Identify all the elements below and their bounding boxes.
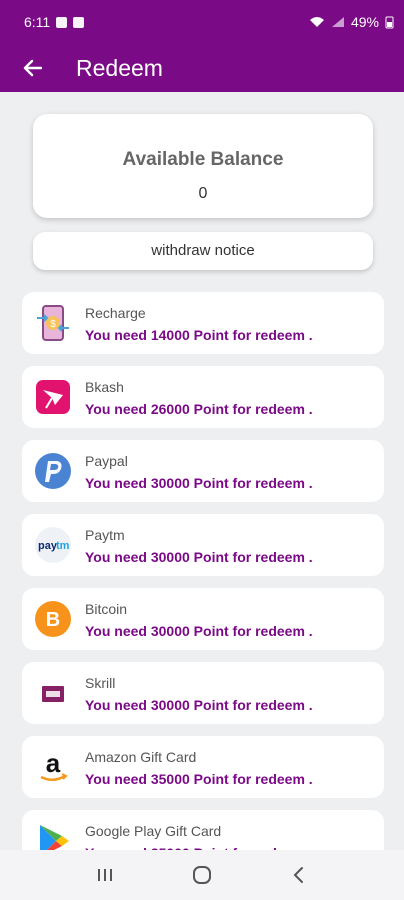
home-button[interactable]	[182, 855, 222, 895]
redeem-item-paypal[interactable]: Paypal You need 30000 Point for redeem .	[22, 440, 384, 502]
gallery-icon	[73, 16, 85, 28]
page-title: Redeem	[76, 54, 163, 81]
svg-text:$: $	[50, 319, 56, 330]
back-button[interactable]	[0, 44, 64, 92]
notification-icon	[56, 16, 68, 28]
redeem-item-requirement: You need 30000 Point for redeem .	[85, 549, 313, 565]
redeem-item-requirement: You need 26000 Point for redeem .	[85, 401, 313, 417]
redeem-item-requirement: You need 14000 Point for redeem .	[85, 327, 313, 343]
redeem-item-amazon-gift-card[interactable]: a Amazon Gift Card You need 35000 Point …	[22, 736, 384, 798]
redeem-item-bitcoin[interactable]: B Bitcoin You need 30000 Point for redee…	[22, 588, 384, 650]
redeem-item-name: Paypal	[85, 453, 128, 469]
redeem-item-name: Skrill	[85, 675, 116, 691]
skrill-icon	[34, 674, 72, 712]
balance-card: Available Balance 0	[33, 114, 373, 218]
status-time: 6:11	[24, 14, 51, 30]
svg-text:pay: pay	[38, 540, 58, 552]
balance-value: 0	[198, 185, 208, 202]
status-bar: 6:11 49%	[0, 0, 404, 44]
system-nav-bar	[0, 850, 404, 900]
redeem-item-name: Bitcoin	[85, 601, 128, 617]
wifi-icon	[309, 17, 324, 27]
bitcoin-icon: B	[34, 600, 72, 638]
redeem-item-name: Bkash	[85, 379, 124, 395]
redeem-item-recharge[interactable]: $ Recharge You need 14000 Point for rede…	[22, 292, 384, 354]
recent-apps-button[interactable]	[85, 855, 125, 895]
balance-label: Available Balance	[122, 149, 284, 170]
redeem-item-name: Amazon Gift Card	[85, 749, 197, 765]
amazon-icon: a	[34, 748, 72, 786]
svg-text:B: B	[46, 609, 60, 631]
back-nav-button[interactable]	[279, 855, 319, 895]
recent-apps-icon	[97, 869, 112, 881]
battery-percent: 49%	[350, 14, 379, 30]
withdraw-notice-button[interactable]: withdraw notice	[33, 232, 373, 270]
redeem-list: $ Recharge You need 14000 Point for rede…	[22, 292, 384, 884]
paytm-icon: pay tm	[34, 526, 72, 564]
arrow-back-icon	[23, 59, 42, 77]
redeem-item-requirement: You need 35000 Point for redeem .	[85, 771, 313, 787]
redeem-item-skrill[interactable]: Skrill You need 30000 Point for redeem .	[22, 662, 384, 724]
paypal-icon	[34, 452, 72, 490]
back-nav-icon	[293, 867, 304, 883]
redeem-item-paytm[interactable]: pay tm Paytm You need 30000 Point for red…	[22, 514, 384, 576]
recharge-icon: $	[34, 304, 72, 342]
redeem-item-bkash[interactable]: Bkash You need 26000 Point for redeem .	[22, 366, 384, 428]
signal-icon	[331, 17, 344, 27]
redeem-item-requirement: You need 30000 Point for redeem .	[85, 475, 313, 491]
bkash-icon	[34, 378, 72, 416]
svg-text:tm: tm	[56, 540, 70, 552]
redeem-item-name: Google Play Gift Card	[85, 823, 222, 839]
redeem-item-requirement: You need 30000 Point for redeem .	[85, 697, 313, 713]
battery-icon	[385, 16, 394, 29]
app-bar: Redeem	[0, 44, 404, 92]
svg-text:a: a	[46, 748, 61, 778]
redeem-item-name: Recharge	[85, 305, 146, 321]
redeem-item-requirement: You need 30000 Point for redeem .	[85, 623, 313, 639]
home-icon	[192, 866, 211, 884]
redeem-item-name: Paytm	[85, 527, 125, 543]
